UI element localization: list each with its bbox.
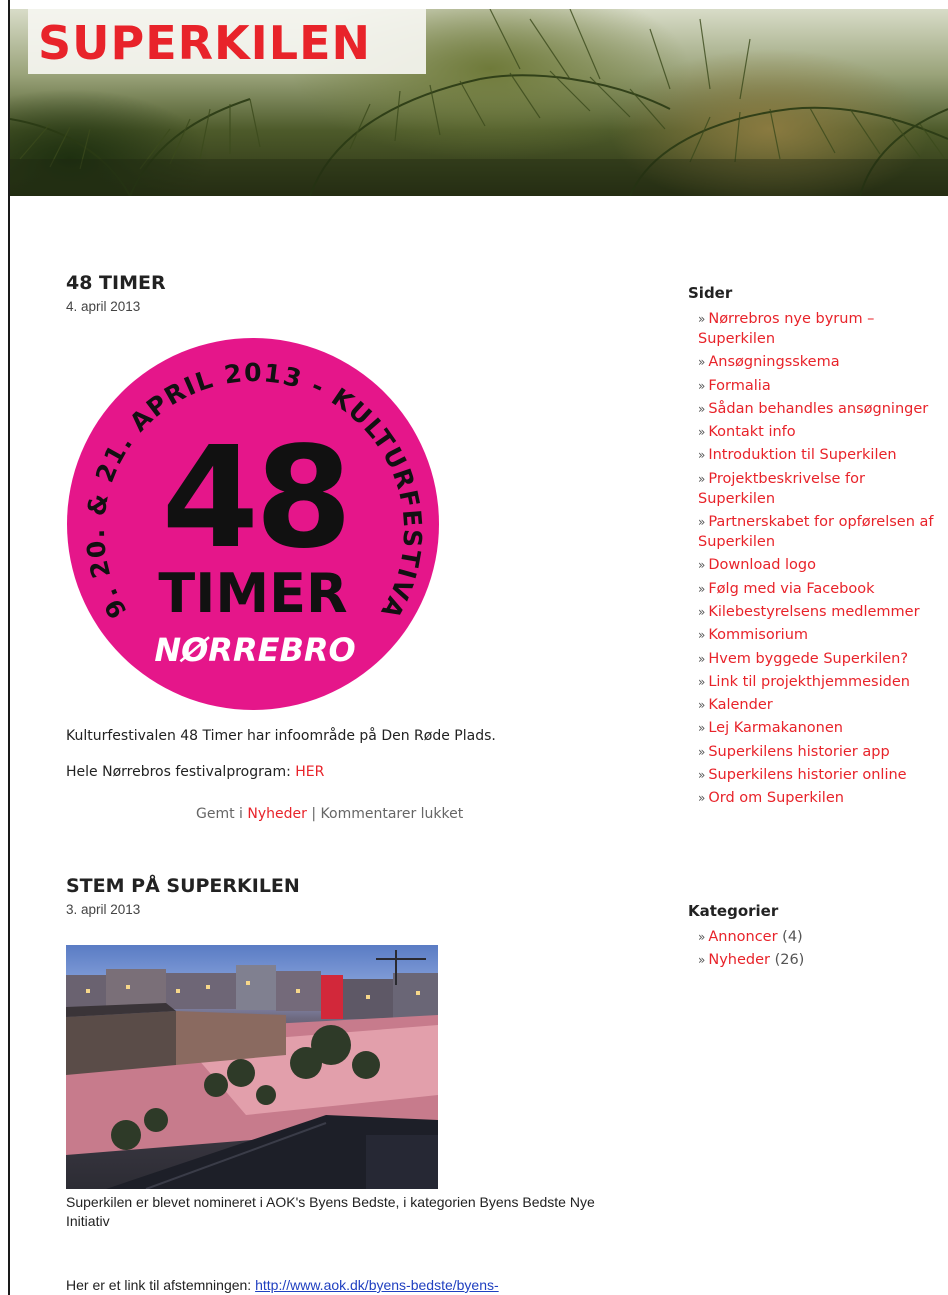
raquo-icon: »	[698, 791, 706, 806]
sidebar-page-item: » Formalia	[698, 376, 938, 396]
festival-program-label: Hele Nørrebros festivalprogram:	[66, 764, 296, 780]
badge-place: NØRREBRO	[154, 631, 355, 669]
sidebar-page-link[interactable]: Kontakt info	[708, 424, 795, 440]
sidebar-page-item: » Projektbeskrivelse for Superkilen	[698, 469, 938, 509]
raquo-icon: »	[698, 425, 706, 440]
sidebar-page-link[interactable]: Sådan behandles ansøgninger	[708, 401, 928, 417]
sidebar-page-link[interactable]: Download logo	[708, 557, 816, 573]
post-meta: Gemt i Nyheder | Kommentarer lukket	[196, 806, 463, 822]
post-caption: Superkilen er blevet nomineret i AOK's B…	[66, 1194, 595, 1229]
sidebar-page-link[interactable]: Følg med via Facebook	[708, 581, 874, 597]
sidebar-page-item: » Kontakt info	[698, 422, 938, 442]
sidebar-page-link[interactable]: Lej Karmakanonen	[708, 720, 843, 736]
sidebar-page-item: » Download logo	[698, 555, 938, 575]
sidebar-page-link[interactable]: Ansøgningsskema	[708, 354, 839, 370]
raquo-icon: »	[698, 604, 706, 619]
sidebar-page-link[interactable]: Superkilens historier online	[708, 767, 906, 783]
sidebar-page-item: » Superkilens historier app	[698, 742, 938, 762]
raquo-icon: »	[698, 721, 706, 736]
raquo-icon: »	[698, 768, 706, 783]
badge-number: 48	[162, 417, 349, 580]
raquo-icon: »	[698, 930, 706, 944]
badge-word: TIMER	[158, 562, 347, 625]
saved-in-label: Gemt i	[196, 806, 248, 822]
sidebar-page-item: » Sådan behandles ansøgninger	[698, 399, 938, 419]
raquo-icon: »	[698, 744, 706, 759]
sidebar-page-item: » Hvem byggede Superkilen?	[698, 649, 938, 669]
sidebar-page-link[interactable]: Partnerskabet for opførelsen af Superkil…	[698, 514, 934, 550]
festival-badge-image: 19. 20. & 21. APRIL 2013 - KULTURFESTIVA…	[64, 336, 439, 710]
sidebar-page-item: » Introduktion til Superkilen	[698, 445, 938, 465]
sidebar-page-item: » Kalender	[698, 695, 938, 715]
sidebar-page-item: » Link til projekthjemmesiden	[698, 672, 938, 692]
vote-link-line: Her er et link til afstemningen: http://…	[66, 1276, 626, 1295]
sidebar-page-link[interactable]: Introduktion til Superkilen	[708, 447, 896, 463]
raquo-icon: »	[698, 312, 706, 326]
sidebar-category-link[interactable]: Annoncer	[708, 929, 777, 945]
sidebar-categories-list: » Annoncer (4)» Nyheder (26)	[698, 927, 938, 974]
superkilen-square-photo	[66, 945, 438, 1189]
post-title[interactable]: STEM PÅ SUPERKILEN	[66, 875, 300, 897]
meta-separator: |	[306, 806, 321, 822]
raquo-icon: »	[698, 628, 706, 643]
vote-link-label: Her er et link til afstemningen:	[66, 1277, 256, 1293]
category-count: (4)	[782, 929, 803, 945]
post-date: 4. april 2013	[66, 299, 141, 314]
sidebar-page-item: » Kommisorium	[698, 625, 938, 645]
sidebar-page-link[interactable]: Projektbeskrivelse for Superkilen	[698, 471, 865, 507]
sidebar-page-link[interactable]: Formalia	[708, 378, 770, 394]
sidebar-page-item: » Ord om Superkilen	[698, 788, 938, 808]
raquo-icon: »	[698, 581, 706, 596]
sidebar-page-link[interactable]: Ord om Superkilen	[708, 790, 844, 806]
site-logo[interactable]: SUPERKILEN	[38, 15, 371, 71]
sidebar-page-item: » Nørrebros nye byrum – Superkilen	[698, 309, 938, 349]
sidebar-page-link[interactable]: Superkilens historier app	[708, 744, 889, 760]
raquo-icon: »	[698, 558, 706, 573]
sidebar-page-link[interactable]: Kalender	[708, 697, 772, 713]
category-count: (26)	[774, 952, 805, 969]
raquo-icon: »	[698, 448, 706, 463]
sidebar-heading-categories: Kategorier	[688, 902, 779, 920]
sidebar-pages-list: » Nørrebros nye byrum – Superkilen» Ansøgn…	[698, 309, 938, 812]
post-body: Kulturfestivalen 48 Timer har infoområde…	[66, 728, 496, 744]
sidebar-page-link[interactable]: Link til projekthjemmesiden	[708, 674, 910, 690]
raquo-icon: »	[698, 378, 706, 393]
comments-closed-label: Kommentarer lukket	[320, 806, 464, 822]
sidebar-page-item: » Følg med via Facebook	[698, 579, 938, 599]
raquo-icon: »	[698, 471, 706, 486]
sidebar-page-item: » Partnerskabet for opførelsen af Superki…	[698, 512, 938, 552]
category-link-nyheder[interactable]: Nyheder	[247, 806, 307, 822]
raquo-icon: »	[698, 515, 706, 530]
photo-illustration	[66, 950, 438, 1189]
sidebar-category-item: » Annoncer (4)	[698, 927, 938, 947]
sidebar-page-item: » Kilebestyrelsens medlemmer	[698, 602, 938, 622]
sidebar-page-item: » Superkilens historier online	[698, 765, 938, 785]
raquo-icon: »	[698, 355, 706, 370]
sidebar-page-link[interactable]: Kommisorium	[708, 627, 808, 643]
sidebar-page-link[interactable]: Hvem byggede Superkilen?	[708, 651, 908, 667]
sidebar-category-link[interactable]: Nyheder	[708, 952, 770, 968]
sidebar-heading-pages: Sider	[688, 284, 733, 302]
raquo-icon: »	[698, 651, 706, 666]
raquo-icon: »	[698, 674, 706, 689]
sidebar-category-item: » Nyheder (26)	[698, 950, 938, 970]
sidebar-page-link[interactable]: Kilebestyrelsens medlemmer	[708, 604, 919, 620]
sidebar-page-item: » Ansøgningsskema	[698, 352, 938, 372]
post-date: 3. april 2013	[66, 902, 141, 917]
sidebar-page-link[interactable]: Nørrebros nye byrum – Superkilen	[698, 311, 874, 347]
raquo-icon: »	[698, 953, 706, 968]
festival-program-link[interactable]: HER	[295, 764, 324, 780]
raquo-icon: »	[698, 401, 706, 416]
raquo-icon: »	[698, 698, 706, 713]
vote-link[interactable]: http://www.aok.dk/byens-bedste/byens-	[255, 1277, 499, 1293]
sidebar-page-item: » Lej Karmakanonen	[698, 718, 938, 738]
post-title[interactable]: 48 TIMER	[66, 272, 166, 294]
festival-program-line: Hele Nørrebros festivalprogram: HER	[66, 764, 324, 780]
site-header: SUPERKILEN	[10, 9, 948, 196]
